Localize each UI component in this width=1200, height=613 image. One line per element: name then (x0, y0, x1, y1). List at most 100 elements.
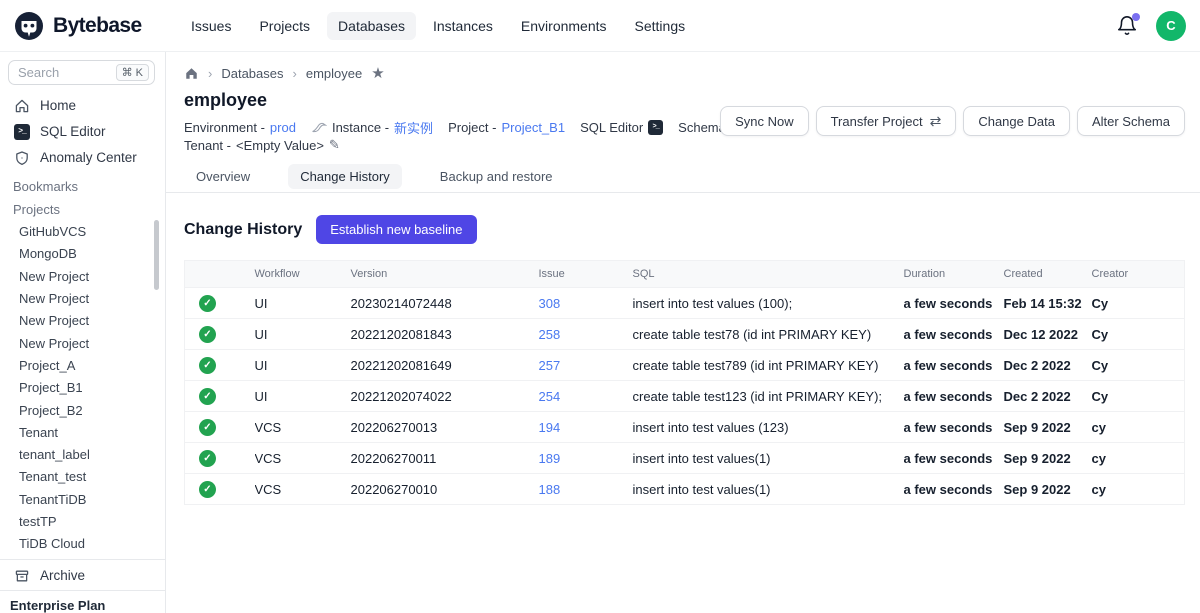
tab-change-history[interactable]: Change History (288, 164, 402, 189)
created-cell: Sep 9 2022 (1004, 443, 1092, 474)
created-cell: Sep 9 2022 (1004, 474, 1092, 505)
sidebar-project-item[interactable]: Project_A (0, 354, 165, 376)
nav-item-instances[interactable]: Instances (422, 12, 504, 40)
notification-dot (1132, 13, 1140, 21)
sidebar-projects-list: GitHubVCS MongoDB New Project New Projec… (0, 221, 165, 555)
sql-cell: insert into test values (123) (633, 412, 904, 443)
meta-instance: Instance - 新实例 (311, 118, 433, 137)
terminal-icon: >_ (14, 124, 30, 140)
nav-item-settings[interactable]: Settings (624, 12, 697, 40)
version-cell: 20221202081649 (351, 350, 539, 381)
issue-cell: 258 (539, 319, 633, 350)
change-data-button[interactable]: Change Data (963, 106, 1070, 136)
created-cell: Feb 14 15:32 (1004, 288, 1092, 319)
sidebar-item-sql-editor[interactable]: >_ SQL Editor (0, 119, 165, 145)
breadcrumb-employee[interactable]: employee (306, 66, 362, 81)
breadcrumb-home-icon[interactable] (184, 66, 199, 81)
table-row[interactable]: ✓ UI 20221202081649 257 create table tes… (185, 350, 1185, 381)
sidebar-project-item[interactable]: Project_B1 (0, 377, 165, 399)
user-avatar[interactable]: C (1156, 11, 1186, 41)
instance-link[interactable]: 新实例 (394, 118, 433, 137)
issue-link[interactable]: 308 (539, 296, 561, 311)
table-row[interactable]: ✓ UI 20221202074022 254 create table tes… (185, 381, 1185, 412)
sidebar-item-archive[interactable]: Archive (0, 564, 165, 588)
sidebar-project-item[interactable]: MongoDB (0, 243, 165, 265)
database-meta: Environment - prod Instance - 新实例 Projec… (184, 119, 804, 153)
environment-link[interactable]: prod (270, 120, 296, 135)
shield-icon (14, 150, 30, 166)
nav-item-databases[interactable]: Databases (327, 12, 416, 40)
created-cell: Dec 2 2022 (1004, 381, 1092, 412)
tab-backup-and-restore[interactable]: Backup and restore (428, 164, 565, 189)
sql-cell: insert into test values (100); (633, 288, 904, 319)
issue-link[interactable]: 254 (539, 389, 561, 404)
issue-link[interactable]: 258 (539, 327, 561, 342)
sidebar-project-item[interactable]: TiDB Cloud (0, 533, 165, 555)
transfer-project-button[interactable]: Transfer Project ⇄ (816, 106, 957, 136)
plan-label: Enterprise Plan (0, 590, 165, 613)
edit-pencil-icon[interactable]: ✎ (329, 137, 340, 153)
sidebar-project-item[interactable]: New Project (0, 265, 165, 287)
sidebar-project-item[interactable]: New Project (0, 332, 165, 354)
creator-cell: Cy (1092, 288, 1185, 319)
top-navbar: Bytebase Issues Projects Databases Insta… (0, 0, 1200, 52)
sidebar-item-home[interactable]: Home (0, 93, 165, 119)
sidebar-project-item[interactable]: Project_B2 (0, 399, 165, 421)
issue-link[interactable]: 194 (539, 420, 561, 435)
sidebar-project-item[interactable]: New Project (0, 287, 165, 309)
nav-item-issues[interactable]: Issues (180, 12, 242, 40)
nav-item-projects[interactable]: Projects (248, 12, 321, 40)
issue-link[interactable]: 257 (539, 358, 561, 373)
brand[interactable]: Bytebase (14, 11, 180, 41)
issue-cell: 308 (539, 288, 633, 319)
tab-overview[interactable]: Overview (184, 164, 262, 189)
duration-cell: a few seconds (904, 474, 1004, 505)
table-row[interactable]: ✓ UI 20221202081843 258 create table tes… (185, 319, 1185, 350)
sidebar-item-label: Anomaly Center (40, 150, 137, 165)
table-row[interactable]: ✓ VCS 202206270013 194 insert into test … (185, 412, 1185, 443)
search-shortcut-badge: ⌘ K (116, 64, 149, 81)
sidebar-project-item[interactable]: GitHubVCS (0, 221, 165, 243)
sidebar-item-anomaly-center[interactable]: Anomaly Center (0, 145, 165, 171)
sql-cell: insert into test values(1) (633, 443, 904, 474)
sidebar-project-item[interactable]: TenantTiDB (0, 488, 165, 510)
bytebase-logo-icon (14, 11, 44, 41)
meta-sql-editor[interactable]: SQL Editor >_ (580, 120, 663, 135)
sidebar-scrollbar[interactable] (154, 220, 159, 290)
breadcrumb-separator: › (208, 66, 212, 81)
search-input[interactable]: Search ⌘ K (8, 60, 155, 85)
workflow-cell: UI (255, 350, 351, 381)
sql-cell: insert into test values(1) (633, 474, 904, 505)
breadcrumb: › Databases › employee ★ (184, 66, 1200, 81)
table-row[interactable]: ✓ VCS 202206270011 189 insert into test … (185, 443, 1185, 474)
sidebar-project-item[interactable]: New Project (0, 310, 165, 332)
project-link[interactable]: Project_B1 (501, 120, 565, 135)
notification-bell-icon[interactable] (1116, 15, 1138, 37)
establish-baseline-button[interactable]: Establish new baseline (316, 215, 476, 244)
sql-cell: create table test123 (id int PRIMARY KEY… (633, 381, 904, 412)
main-content: › Databases › employee ★ employee Enviro… (166, 52, 1200, 613)
sync-now-button[interactable]: Sync Now (720, 106, 809, 136)
sidebar-project-item[interactable]: Tenant (0, 421, 165, 443)
table-header-row: Workflow Version Issue SQL Duration Crea… (185, 261, 1185, 288)
status-cell: ✓ (185, 381, 255, 412)
version-cell: 202206270011 (351, 443, 539, 474)
alter-schema-button[interactable]: Alter Schema (1077, 106, 1185, 136)
section-title: Change History (184, 221, 302, 239)
table-row[interactable]: ✓ VCS 202206270010 188 insert into test … (185, 474, 1185, 505)
favorite-star-icon[interactable]: ★ (371, 66, 384, 81)
creator-cell: cy (1092, 474, 1185, 505)
sidebar-project-item[interactable]: tenant_label (0, 444, 165, 466)
meta-tenant: Tenant - <Empty Value> ✎ (184, 137, 340, 153)
nav-item-environments[interactable]: Environments (510, 12, 618, 40)
status-cell: ✓ (185, 443, 255, 474)
sidebar-project-item[interactable]: testTP (0, 510, 165, 532)
issue-link[interactable]: 189 (539, 451, 561, 466)
breadcrumb-databases[interactable]: Databases (221, 66, 283, 81)
created-cell: Dec 2 2022 (1004, 350, 1092, 381)
table-row[interactable]: ✓ UI 20230214072448 308 insert into test… (185, 288, 1185, 319)
issue-cell: 188 (539, 474, 633, 505)
issue-link[interactable]: 188 (539, 482, 561, 497)
sidebar-project-item[interactable]: Tenant_test (0, 466, 165, 488)
duration-cell: a few seconds (904, 443, 1004, 474)
